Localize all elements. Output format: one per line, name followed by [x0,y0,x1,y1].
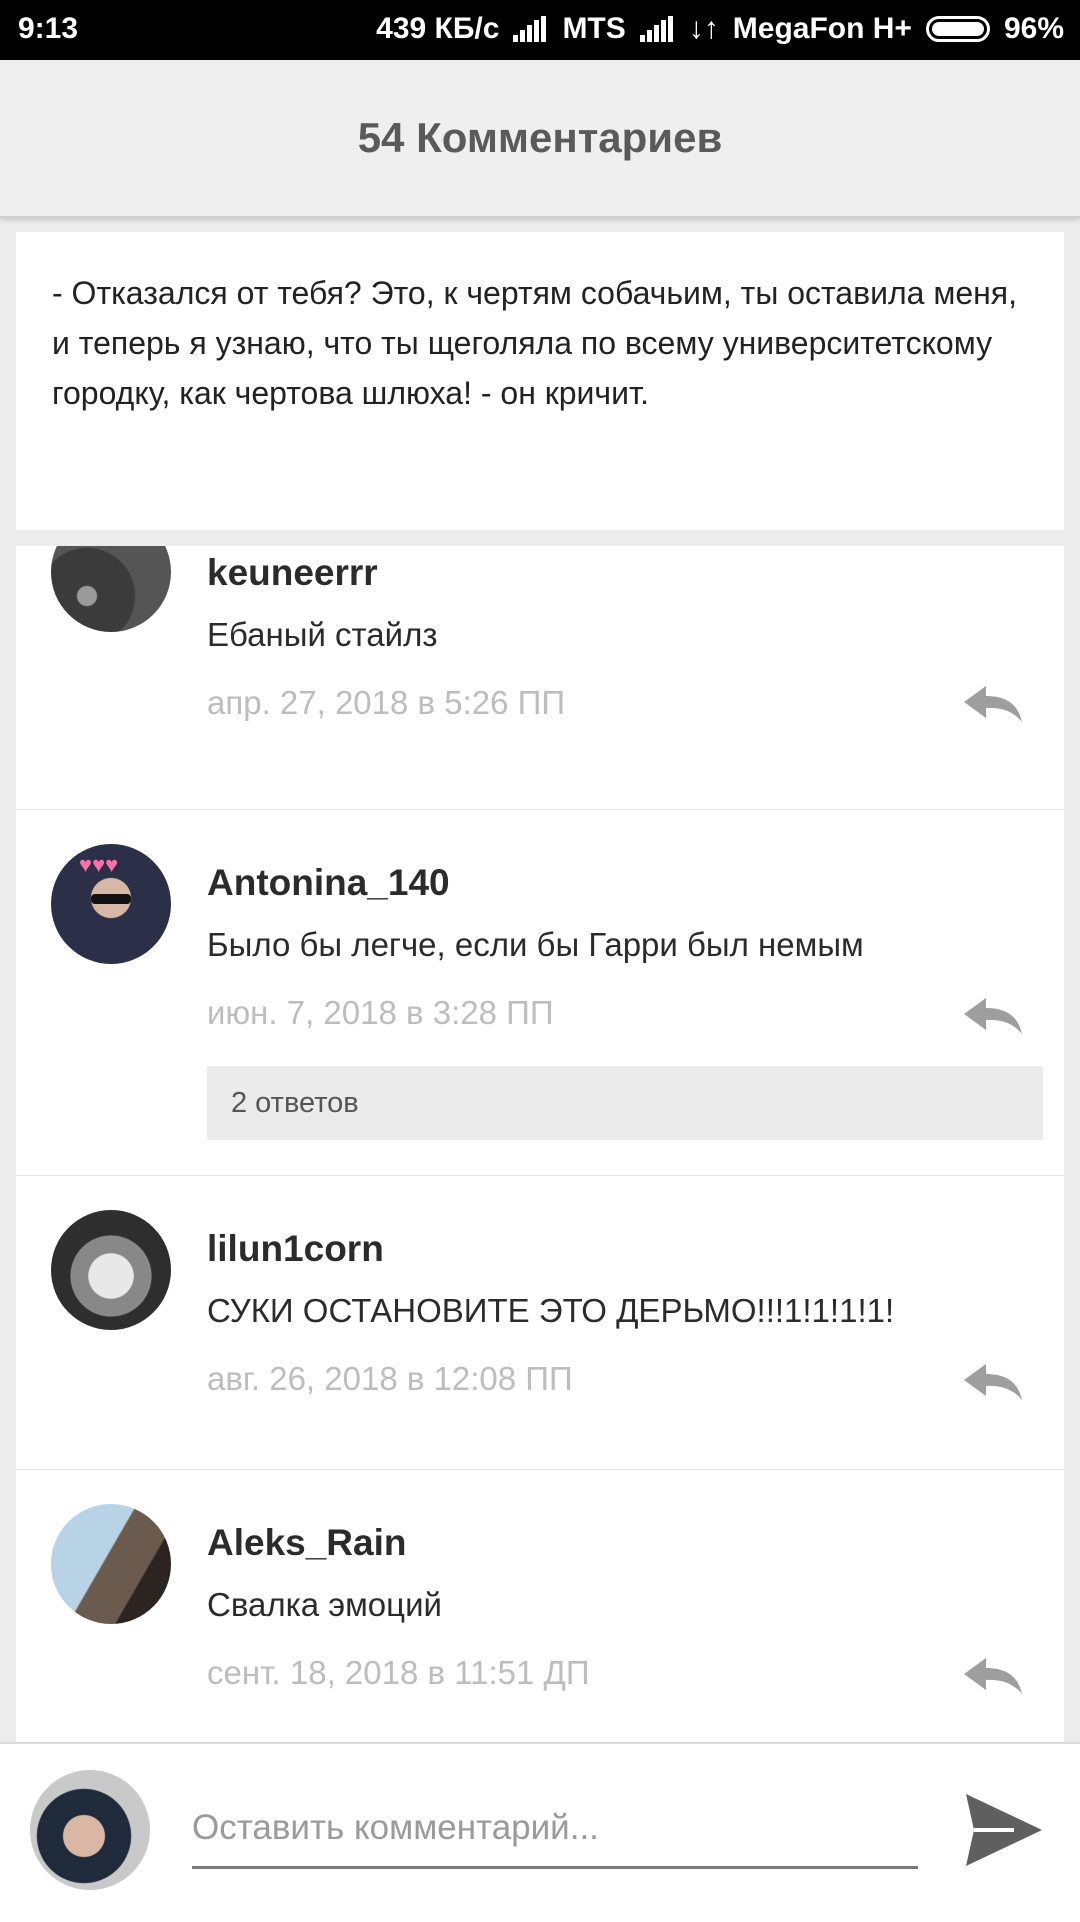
user-avatar[interactable] [30,1770,150,1890]
signal-icon [639,16,675,42]
avatar[interactable] [51,1210,171,1330]
comment-text: Ебаный стайлз [207,616,438,653]
reply-arrow-icon[interactable] [962,1656,1024,1696]
comment-item: keuneerrr Ебаный стайлз апр. 27, 2018 в … [16,546,1064,810]
comment-date: авг. 26, 2018 в 12:08 ПП [207,1360,573,1397]
status-right: 439 КБ/с MTS ↓↑ MegaFon H+ 96% [362,12,1064,46]
comment-item: Aleks_Rain Свалка эмоций сент. 18, 2018 … [16,1470,1064,1742]
comment-date: сент. 18, 2018 в 11:51 ДП [207,1654,590,1691]
battery-icon [925,16,990,42]
quoted-text: - Отказался от тебя? Это, к чертям собач… [52,275,1018,411]
reply-arrow-icon[interactable] [962,684,1024,724]
battery-percent: 96% [1003,12,1064,45]
send-icon[interactable] [962,1790,1046,1870]
comment-item: ♥♥♥ Antonina_140 Было бы легче, если бы … [16,810,1064,1176]
comment-date: апр. 27, 2018 в 5:26 ПП [207,684,566,721]
avatar[interactable]: ♥♥♥ [51,844,171,964]
avatar[interactable] [51,546,171,632]
network-speed: 439 КБ/с [376,12,500,45]
page-title: 54 Комментариев [357,114,723,161]
comment-username[interactable]: Antonina_140 [207,862,450,904]
quoted-paragraph: - Отказался от тебя? Это, к чертям собач… [16,232,1064,530]
comment-list[interactable]: keuneerrr Ебаный стайлз апр. 27, 2018 в … [16,546,1064,1742]
comment-username[interactable]: Aleks_Rain [207,1522,407,1564]
sunglasses-icon [91,894,131,904]
comment-input[interactable] [192,1790,918,1869]
replies-button[interactable]: 2 ответов [207,1066,1043,1140]
status-time: 9:13 [18,12,79,45]
comment-text: СУКИ ОСТАНОВИТЕ ЭТО ДЕРЬМО!!!1!1!1!1! [207,1292,895,1329]
reply-arrow-icon[interactable] [962,996,1024,1036]
comment-date: июн. 7, 2018 в 3:28 ПП [207,994,554,1031]
hearts-icon: ♥♥♥ [79,852,119,877]
reply-arrow-icon[interactable] [962,1362,1024,1402]
data-transfer-icon: ↓↑ [688,12,719,45]
status-bar: 9:13 439 КБ/с MTS ↓↑ MegaFon H+ 96% [0,0,1080,60]
comment-item: lilun1corn СУКИ ОСТАНОВИТЕ ЭТО ДЕРЬМО!!!… [16,1176,1064,1470]
signal-icon [513,16,548,42]
carrier-2: MegaFon H+ [732,12,912,45]
app-header: 54 Комментариев [0,60,1080,218]
comment-text: Свалка эмоций [207,1586,442,1623]
carrier-1: MTS [562,12,626,45]
avatar[interactable] [51,1504,171,1624]
comment-username[interactable]: keuneerrr [207,552,378,594]
comment-username[interactable]: lilun1corn [207,1228,384,1270]
comment-text: Было бы легче, если бы Гарри был немым [207,926,864,963]
comment-input-bar [0,1742,1080,1922]
